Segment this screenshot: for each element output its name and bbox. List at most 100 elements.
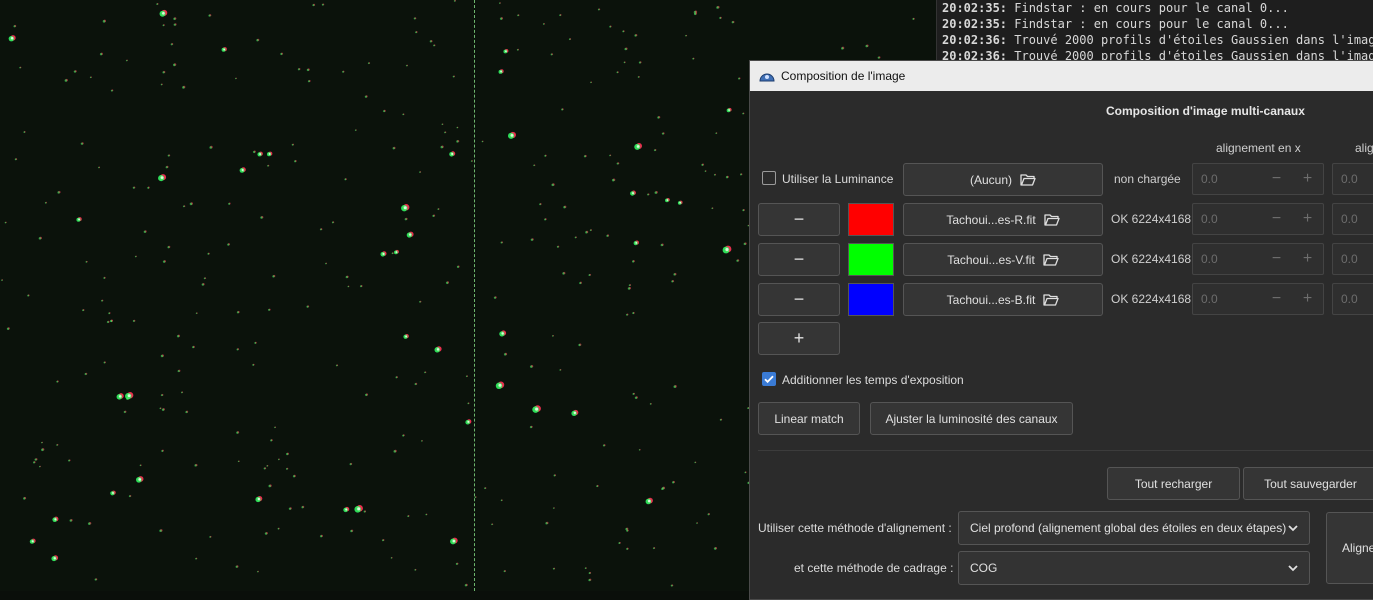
align-method-select[interactable]: Ciel profond (alignement global des étoi… [958,511,1310,545]
channel-y-spinner[interactable]: 0.0 [1332,203,1373,235]
star [453,0,457,2]
star [392,146,396,150]
decrement-button[interactable]: − [1261,290,1292,308]
linear-match-button[interactable]: Linear match [758,402,860,435]
sum-exposure-checkbox[interactable] [762,372,776,386]
star [529,425,533,429]
star [257,570,259,573]
star [391,252,394,255]
star [274,426,277,429]
star [484,487,487,490]
add-channel-button[interactable]: + [758,322,840,355]
luminance-checkbox[interactable] [762,171,776,185]
increment-button[interactable]: + [1292,170,1323,188]
star [189,202,193,206]
star [254,341,257,344]
folder-open-icon [1043,254,1059,266]
star [452,75,455,78]
star [354,505,363,513]
star [596,484,599,488]
star [364,95,368,98]
star [239,167,246,173]
star [382,109,386,113]
align-button[interactable]: Aligne [1326,512,1373,584]
decrement-button[interactable]: − [1261,210,1292,228]
star [559,14,562,17]
star [182,85,186,89]
adjust-luminosity-button[interactable]: Ajuster la luminosité des canaux [870,402,1073,435]
channel-color-swatch[interactable] [848,243,894,276]
star [711,207,714,210]
star [419,171,422,173]
decrement-button[interactable]: − [1261,170,1292,188]
framing-method-select[interactable]: COG [958,551,1310,585]
decrement-button[interactable]: − [1261,250,1292,268]
increment-button[interactable]: + [1292,290,1323,308]
star [277,458,280,461]
star [266,465,269,467]
channel-y-spinner[interactable]: 0.0 [1332,283,1373,315]
channel-status: OK 6224x4168 [1111,292,1192,306]
star [539,203,542,206]
star [57,190,61,194]
star [235,77,237,80]
dialog-titlebar[interactable]: Composition de l'image [750,61,1373,91]
star [252,363,255,366]
luminance-y-spinner[interactable]: 0.0 [1332,163,1373,195]
channel-x-spinner[interactable]: 0.0 − + [1192,283,1324,315]
star [618,541,621,545]
channel-file-button[interactable]: Tachoui...es-V.fit [903,243,1103,276]
channel-x-spinner[interactable]: 0.0 − + [1192,203,1324,235]
star [162,70,166,74]
remove-channel-button[interactable]: − [758,283,840,316]
save-all-button[interactable]: Tout sauvegarder [1243,467,1373,500]
channel-file-button[interactable]: Tachoui...es-B.fit [903,283,1103,316]
star [424,371,427,374]
star [29,538,36,544]
star [209,535,212,538]
star [89,76,92,79]
star [395,376,398,379]
star [673,272,677,276]
remove-channel-button[interactable]: − [758,203,840,236]
star [715,132,718,135]
increment-button[interactable]: + [1292,210,1323,228]
channel-color-swatch[interactable] [848,203,894,236]
star [561,108,564,111]
star [585,230,589,234]
star [23,130,26,133]
channel-x-spinner[interactable]: 0.0 − + [1192,243,1324,275]
star [180,391,184,394]
star [277,527,280,530]
star [517,14,520,17]
star [288,507,292,510]
split-divider[interactable] [474,0,476,591]
luminance-status: non chargée [1114,172,1181,186]
star [499,2,501,4]
spinner-value: 0.0 [1341,172,1358,186]
increment-button[interactable]: + [1292,250,1323,268]
reload-all-button[interactable]: Tout recharger [1107,467,1240,500]
star [236,431,240,434]
star [162,260,167,263]
channel-file-button[interactable]: Tachoui...es-R.fit [903,203,1103,236]
star [101,299,104,302]
star [260,216,264,219]
channel-color-swatch[interactable] [848,283,894,316]
luminance-file-button[interactable]: (Aucun) [903,163,1103,196]
star [56,443,59,446]
star [280,52,284,56]
star [237,460,240,463]
star [331,221,335,224]
star [532,405,541,413]
luminance-x-spinner[interactable]: 0.0 − + [1192,163,1324,195]
star [192,345,195,349]
remove-channel-button[interactable]: − [758,243,840,276]
star [456,139,460,143]
star [433,44,436,47]
star [359,284,363,288]
framing-method-label: et cette méthode de cadrage : [794,561,954,575]
channel-y-spinner[interactable]: 0.0 [1332,243,1373,275]
star [319,228,323,231]
star [464,583,468,587]
